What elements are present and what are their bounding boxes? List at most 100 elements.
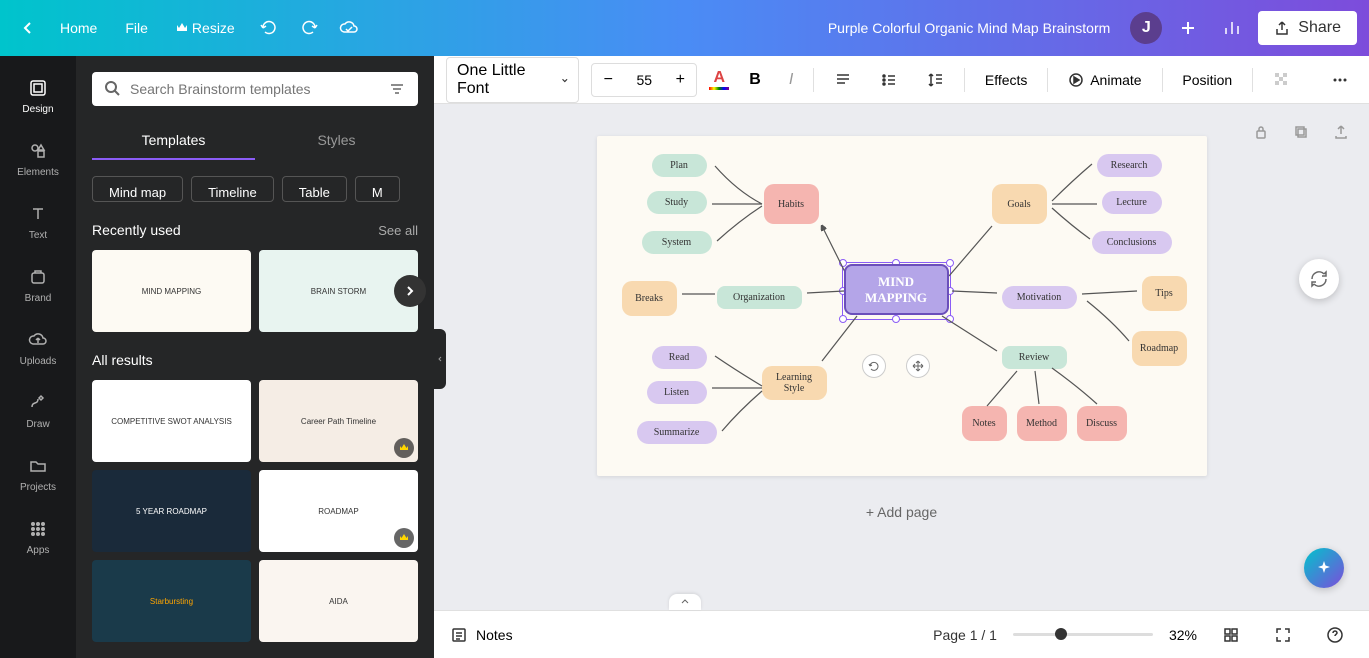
spacing-button[interactable] xyxy=(918,65,952,95)
node-research[interactable]: Research xyxy=(1097,154,1162,177)
tab-styles[interactable]: Styles xyxy=(255,122,418,160)
home-button[interactable]: Home xyxy=(48,12,109,44)
file-menu[interactable]: File xyxy=(113,12,160,44)
node-conclusions[interactable]: Conclusions xyxy=(1092,231,1172,254)
resize-button[interactable]: Resize xyxy=(164,12,247,44)
lock-button[interactable] xyxy=(1245,116,1277,148)
node-roadmap[interactable]: Roadmap xyxy=(1132,331,1187,366)
siderail-draw[interactable]: Draw xyxy=(0,379,76,442)
node-tips[interactable]: Tips xyxy=(1142,276,1187,311)
recently-used-row: MIND MAPPING BRAIN STORM xyxy=(92,250,418,332)
see-all-link[interactable]: See all xyxy=(378,223,418,238)
plus-icon xyxy=(1180,20,1196,36)
duplicate-button[interactable] xyxy=(1285,116,1317,148)
template-thumb[interactable]: 5 YEAR ROADMAP xyxy=(92,470,251,552)
sidebar-tabs: Templates Styles xyxy=(92,122,418,160)
transparency-icon xyxy=(1273,71,1291,89)
node-lecture[interactable]: Lecture xyxy=(1102,191,1162,214)
node-motivation[interactable]: Motivation xyxy=(1002,286,1077,309)
more-options-button[interactable] xyxy=(1323,65,1357,95)
chip-timeline[interactable]: Timeline xyxy=(191,176,274,202)
template-thumb[interactable]: Career Path Timeline xyxy=(259,380,418,462)
animate-button[interactable]: Animate xyxy=(1060,66,1149,94)
add-page-button[interactable]: + Add page xyxy=(597,492,1207,532)
node-notes[interactable]: Notes xyxy=(962,406,1007,441)
chip-table[interactable]: Table xyxy=(282,176,347,202)
node-system[interactable]: System xyxy=(642,231,712,254)
effects-button[interactable]: Effects xyxy=(977,66,1036,94)
italic-button[interactable]: I xyxy=(781,65,801,95)
increase-size-button[interactable]: + xyxy=(664,64,696,96)
uploads-icon xyxy=(28,330,48,350)
add-collaborator-button[interactable] xyxy=(1170,10,1206,46)
redo-button[interactable] xyxy=(291,10,327,46)
move-handle[interactable] xyxy=(906,354,930,378)
node-summarize[interactable]: Summarize xyxy=(637,421,717,444)
node-goals[interactable]: Goals xyxy=(992,184,1047,224)
transparency-button[interactable] xyxy=(1265,65,1299,95)
node-read[interactable]: Read xyxy=(652,346,707,369)
chip-mindmap[interactable]: Mind map xyxy=(92,176,183,202)
document-title[interactable]: Purple Colorful Organic Mind Map Brainst… xyxy=(828,20,1110,36)
carousel-next[interactable] xyxy=(394,275,426,307)
text-color-button[interactable]: A xyxy=(709,69,729,90)
rotate-handle[interactable] xyxy=(862,354,886,378)
font-size-input[interactable] xyxy=(624,72,664,88)
side-rail: Design Elements Text Brand Uploads Draw … xyxy=(0,56,76,658)
fullscreen-button[interactable] xyxy=(1265,617,1301,653)
node-breaks[interactable]: Breaks xyxy=(622,281,677,316)
node-plan[interactable]: Plan xyxy=(652,154,707,177)
zoom-slider[interactable] xyxy=(1013,633,1153,636)
decrease-size-button[interactable]: − xyxy=(592,64,624,96)
node-listen[interactable]: Listen xyxy=(647,381,707,404)
node-habits[interactable]: Habits xyxy=(764,184,819,224)
notes-button[interactable]: Notes xyxy=(450,626,513,644)
user-avatar[interactable]: J xyxy=(1130,12,1162,44)
projects-icon xyxy=(28,456,48,476)
search-box[interactable] xyxy=(92,72,418,106)
list-button[interactable] xyxy=(872,65,906,95)
grid-view-button[interactable] xyxy=(1213,617,1249,653)
undo-button[interactable] xyxy=(251,10,287,46)
canvas-area[interactable]: MIND MAPPING Plan Study System Habits xyxy=(434,104,1369,610)
back-button[interactable] xyxy=(12,12,44,44)
position-button[interactable]: Position xyxy=(1174,66,1240,94)
template-thumb[interactable]: MIND MAPPING xyxy=(92,250,251,332)
template-thumb[interactable]: Starbursting xyxy=(92,560,251,642)
filter-icon[interactable] xyxy=(388,80,406,98)
tab-templates[interactable]: Templates xyxy=(92,122,255,160)
siderail-apps[interactable]: Apps xyxy=(0,505,76,568)
footer-collapse[interactable] xyxy=(669,594,701,610)
comment-fab[interactable] xyxy=(1299,259,1339,299)
share-button[interactable]: Share xyxy=(1258,11,1357,45)
node-discuss[interactable]: Discuss xyxy=(1077,406,1127,441)
siderail-design[interactable]: Design xyxy=(0,64,76,127)
siderail-elements[interactable]: Elements xyxy=(0,127,76,190)
node-study[interactable]: Study xyxy=(647,191,707,214)
node-method[interactable]: Method xyxy=(1017,406,1067,441)
export-icon xyxy=(1333,124,1349,140)
cloud-sync-button[interactable] xyxy=(331,10,367,46)
template-thumb[interactable]: COMPETITIVE SWOT ANALYSIS xyxy=(92,380,251,462)
node-review[interactable]: Review xyxy=(1002,346,1067,369)
siderail-brand[interactable]: Brand xyxy=(0,253,76,316)
magic-fab[interactable] xyxy=(1304,548,1344,588)
help-button[interactable] xyxy=(1317,617,1353,653)
node-learning-style[interactable]: Learning Style xyxy=(762,366,827,400)
chip-more[interactable]: M xyxy=(355,176,400,202)
zoom-level[interactable]: 32% xyxy=(1169,627,1197,643)
design-canvas[interactable]: MIND MAPPING Plan Study System Habits xyxy=(597,136,1207,476)
analytics-button[interactable] xyxy=(1214,10,1250,46)
siderail-projects[interactable]: Projects xyxy=(0,442,76,505)
export-button[interactable] xyxy=(1325,116,1357,148)
siderail-text[interactable]: Text xyxy=(0,190,76,253)
search-input[interactable] xyxy=(130,81,380,97)
template-thumb[interactable]: ROADMAP xyxy=(259,470,418,552)
alignment-button[interactable] xyxy=(826,65,860,95)
font-family-select[interactable]: One Little Font xyxy=(446,57,579,103)
siderail-uploads[interactable]: Uploads xyxy=(0,316,76,379)
bold-button[interactable]: B xyxy=(741,65,769,95)
node-center[interactable]: MIND MAPPING xyxy=(844,264,949,315)
node-organization[interactable]: Organization xyxy=(717,286,802,309)
template-thumb[interactable]: AIDA xyxy=(259,560,418,642)
